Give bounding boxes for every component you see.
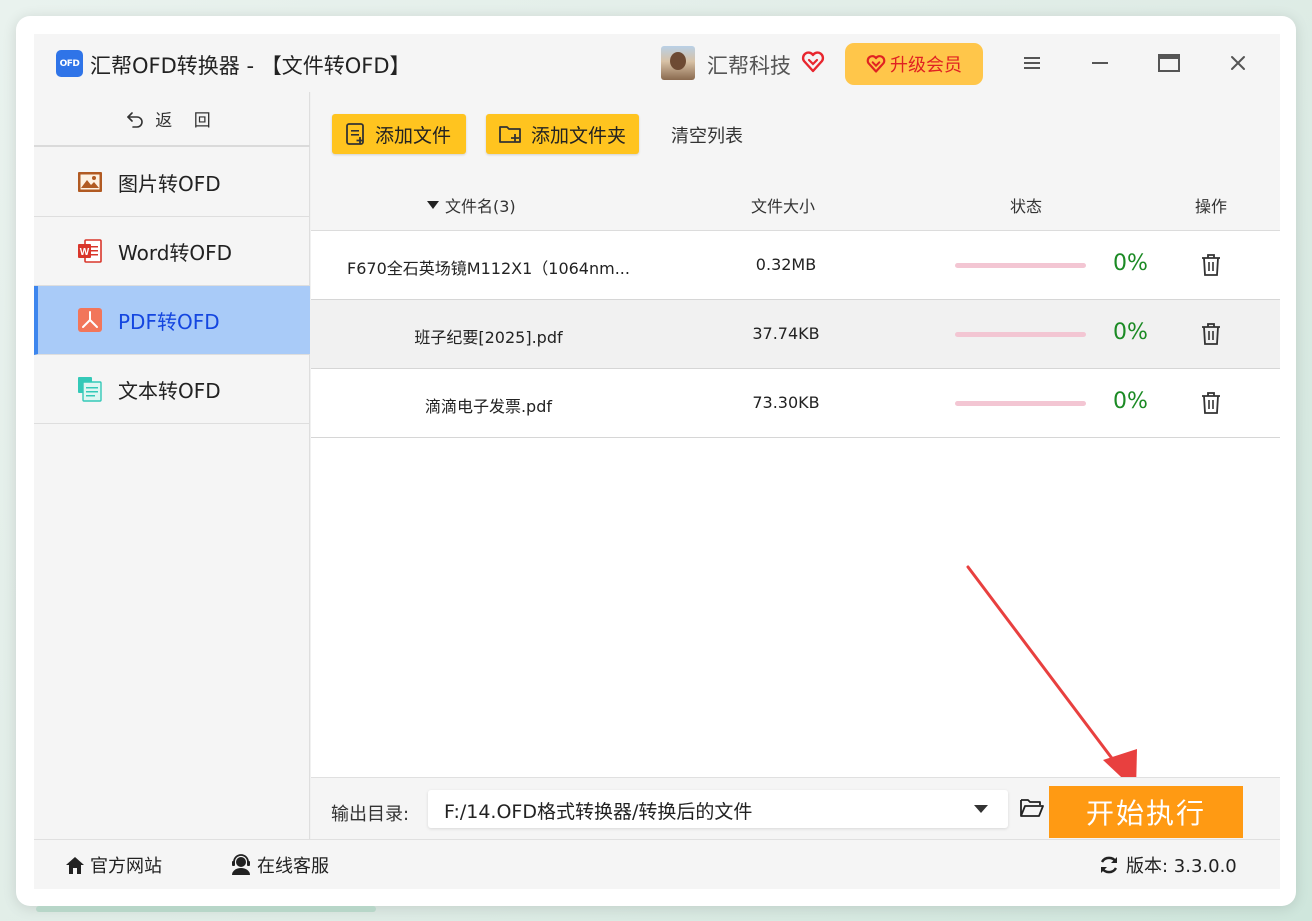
sort-down-icon bbox=[427, 201, 439, 209]
close-icon[interactable] bbox=[1224, 49, 1252, 77]
progress-percent: 0% bbox=[1113, 320, 1148, 345]
vip-heart-icon bbox=[866, 55, 886, 73]
official-website-link[interactable]: 官方网站 bbox=[64, 852, 162, 878]
word-icon: W bbox=[78, 239, 102, 263]
back-label: 返 回 bbox=[155, 111, 219, 131]
file-name: F670全石英场镜M112X1（1064nm... bbox=[347, 259, 630, 278]
file-size: 73.30KB bbox=[752, 393, 820, 412]
file-name: 班子纪要[2025].pdf bbox=[414, 328, 563, 347]
column-header-status: 状态 bbox=[1010, 197, 1043, 216]
upgrade-label: 升级会员 bbox=[890, 55, 962, 76]
user-name[interactable]: 汇帮科技 bbox=[707, 50, 791, 80]
vip-heart-icon bbox=[801, 51, 825, 73]
table-row[interactable]: 滴滴电子发票.pdf 73.30KB 0% bbox=[311, 369, 1280, 438]
trash-icon[interactable] bbox=[1200, 322, 1222, 346]
trash-icon[interactable] bbox=[1200, 391, 1222, 415]
progress-percent: 0% bbox=[1113, 251, 1148, 276]
home-icon bbox=[66, 857, 84, 874]
sidebar: 返 回 图片转OFD W Word转OFD PDF转OFD 文本转OFD bbox=[34, 92, 310, 839]
menu-icon[interactable] bbox=[1018, 49, 1046, 77]
output-dir-label: 输出目录: bbox=[331, 804, 410, 825]
svg-text:W: W bbox=[80, 247, 90, 258]
open-folder-icon[interactable] bbox=[1019, 796, 1045, 820]
sidebar-item-image-to-ofd[interactable]: 图片转OFD bbox=[34, 148, 310, 217]
support-label: 在线客服 bbox=[257, 856, 329, 877]
sidebar-item-label: Word转OFD bbox=[118, 240, 233, 265]
avatar[interactable] bbox=[661, 46, 695, 80]
pdf-icon bbox=[78, 308, 102, 332]
sidebar-item-label: PDF转OFD bbox=[118, 309, 220, 334]
file-size: 0.32MB bbox=[755, 255, 817, 274]
clear-list-button[interactable]: 清空列表 bbox=[671, 122, 743, 148]
column-header-name[interactable]: 文件名(3) bbox=[427, 193, 516, 217]
column-header-size: 文件大小 bbox=[751, 197, 816, 216]
app-window: OFD 汇帮OFD转换器 - 【文件转OFD】 汇帮科技 升级会员 返 回 图片… bbox=[34, 34, 1280, 889]
column-header-action: 操作 bbox=[1195, 197, 1228, 216]
footer: 官方网站 在线客服 版本: 3.3.0.0 bbox=[34, 839, 1280, 889]
add-folder-icon bbox=[499, 126, 521, 143]
add-file-icon bbox=[346, 123, 364, 145]
table-header: 文件名(3) 文件大小 状态 操作 bbox=[311, 174, 1280, 231]
app-logo: OFD bbox=[56, 50, 83, 77]
file-name: 滴滴电子发票.pdf bbox=[424, 397, 553, 416]
chevron-down-icon bbox=[974, 805, 988, 813]
output-dir-select[interactable]: F:/14.OFD格式转换器/转换后的文件 bbox=[428, 790, 1008, 828]
maximize-icon[interactable] bbox=[1155, 49, 1183, 77]
upgrade-vip-button[interactable]: 升级会员 bbox=[845, 43, 983, 85]
back-arrow-icon bbox=[127, 111, 144, 128]
version-info: 版本: 3.3.0.0 bbox=[1098, 852, 1237, 878]
progress-percent: 0% bbox=[1113, 389, 1148, 414]
start-button[interactable]: 开始执行 bbox=[1049, 786, 1243, 838]
progress-bar bbox=[955, 263, 1086, 268]
minimize-icon[interactable] bbox=[1086, 49, 1114, 77]
output-bar: 输出目录: F:/14.OFD格式转换器/转换后的文件 开始执行 bbox=[311, 777, 1280, 839]
add-folder-button[interactable]: 添加文件夹 bbox=[486, 114, 639, 154]
sidebar-item-label: 图片转OFD bbox=[118, 171, 221, 196]
progress-bar bbox=[955, 332, 1086, 337]
progress-bar bbox=[955, 401, 1086, 406]
version-label: 版本: 3.3.0.0 bbox=[1126, 856, 1237, 877]
online-support-link[interactable]: 在线客服 bbox=[229, 852, 329, 878]
image-icon bbox=[78, 172, 102, 192]
column-header-name-label: 文件名(3) bbox=[445, 197, 516, 216]
app-title: 汇帮OFD转换器 - 【文件转OFD】 bbox=[90, 54, 411, 78]
add-file-label: 添加文件 bbox=[375, 124, 452, 147]
table-row[interactable]: 班子纪要[2025].pdf 37.74KB 0% bbox=[311, 300, 1280, 369]
toolbar: 添加文件 添加文件夹 清空列表 bbox=[311, 92, 1280, 174]
output-dir-value: F:/14.OFD格式转换器/转换后的文件 bbox=[444, 801, 753, 823]
sidebar-item-word-to-ofd[interactable]: W Word转OFD bbox=[34, 217, 310, 286]
refresh-icon[interactable] bbox=[1098, 854, 1120, 876]
file-size: 37.74KB bbox=[752, 324, 820, 343]
sidebar-item-label: 文本转OFD bbox=[118, 378, 221, 403]
trash-icon[interactable] bbox=[1200, 253, 1222, 277]
sidebar-item-pdf-to-ofd[interactable]: PDF转OFD bbox=[34, 286, 310, 355]
support-agent-icon bbox=[232, 854, 250, 875]
title-bar: OFD 汇帮OFD转换器 - 【文件转OFD】 汇帮科技 升级会员 bbox=[34, 34, 1280, 92]
add-folder-label: 添加文件夹 bbox=[531, 124, 627, 147]
text-file-icon bbox=[78, 377, 102, 402]
website-label: 官方网站 bbox=[90, 856, 162, 877]
back-button[interactable]: 返 回 bbox=[34, 92, 310, 147]
add-file-button[interactable]: 添加文件 bbox=[332, 114, 466, 154]
horizontal-scrollbar[interactable] bbox=[36, 906, 376, 912]
table-row[interactable]: F670全石英场镜M112X1（1064nm... 0.32MB 0% bbox=[311, 231, 1280, 300]
main-panel: 添加文件 添加文件夹 清空列表 文件名(3) 文件大小 状态 操作 F670全石… bbox=[311, 92, 1280, 839]
sidebar-item-text-to-ofd[interactable]: 文本转OFD bbox=[34, 355, 310, 424]
